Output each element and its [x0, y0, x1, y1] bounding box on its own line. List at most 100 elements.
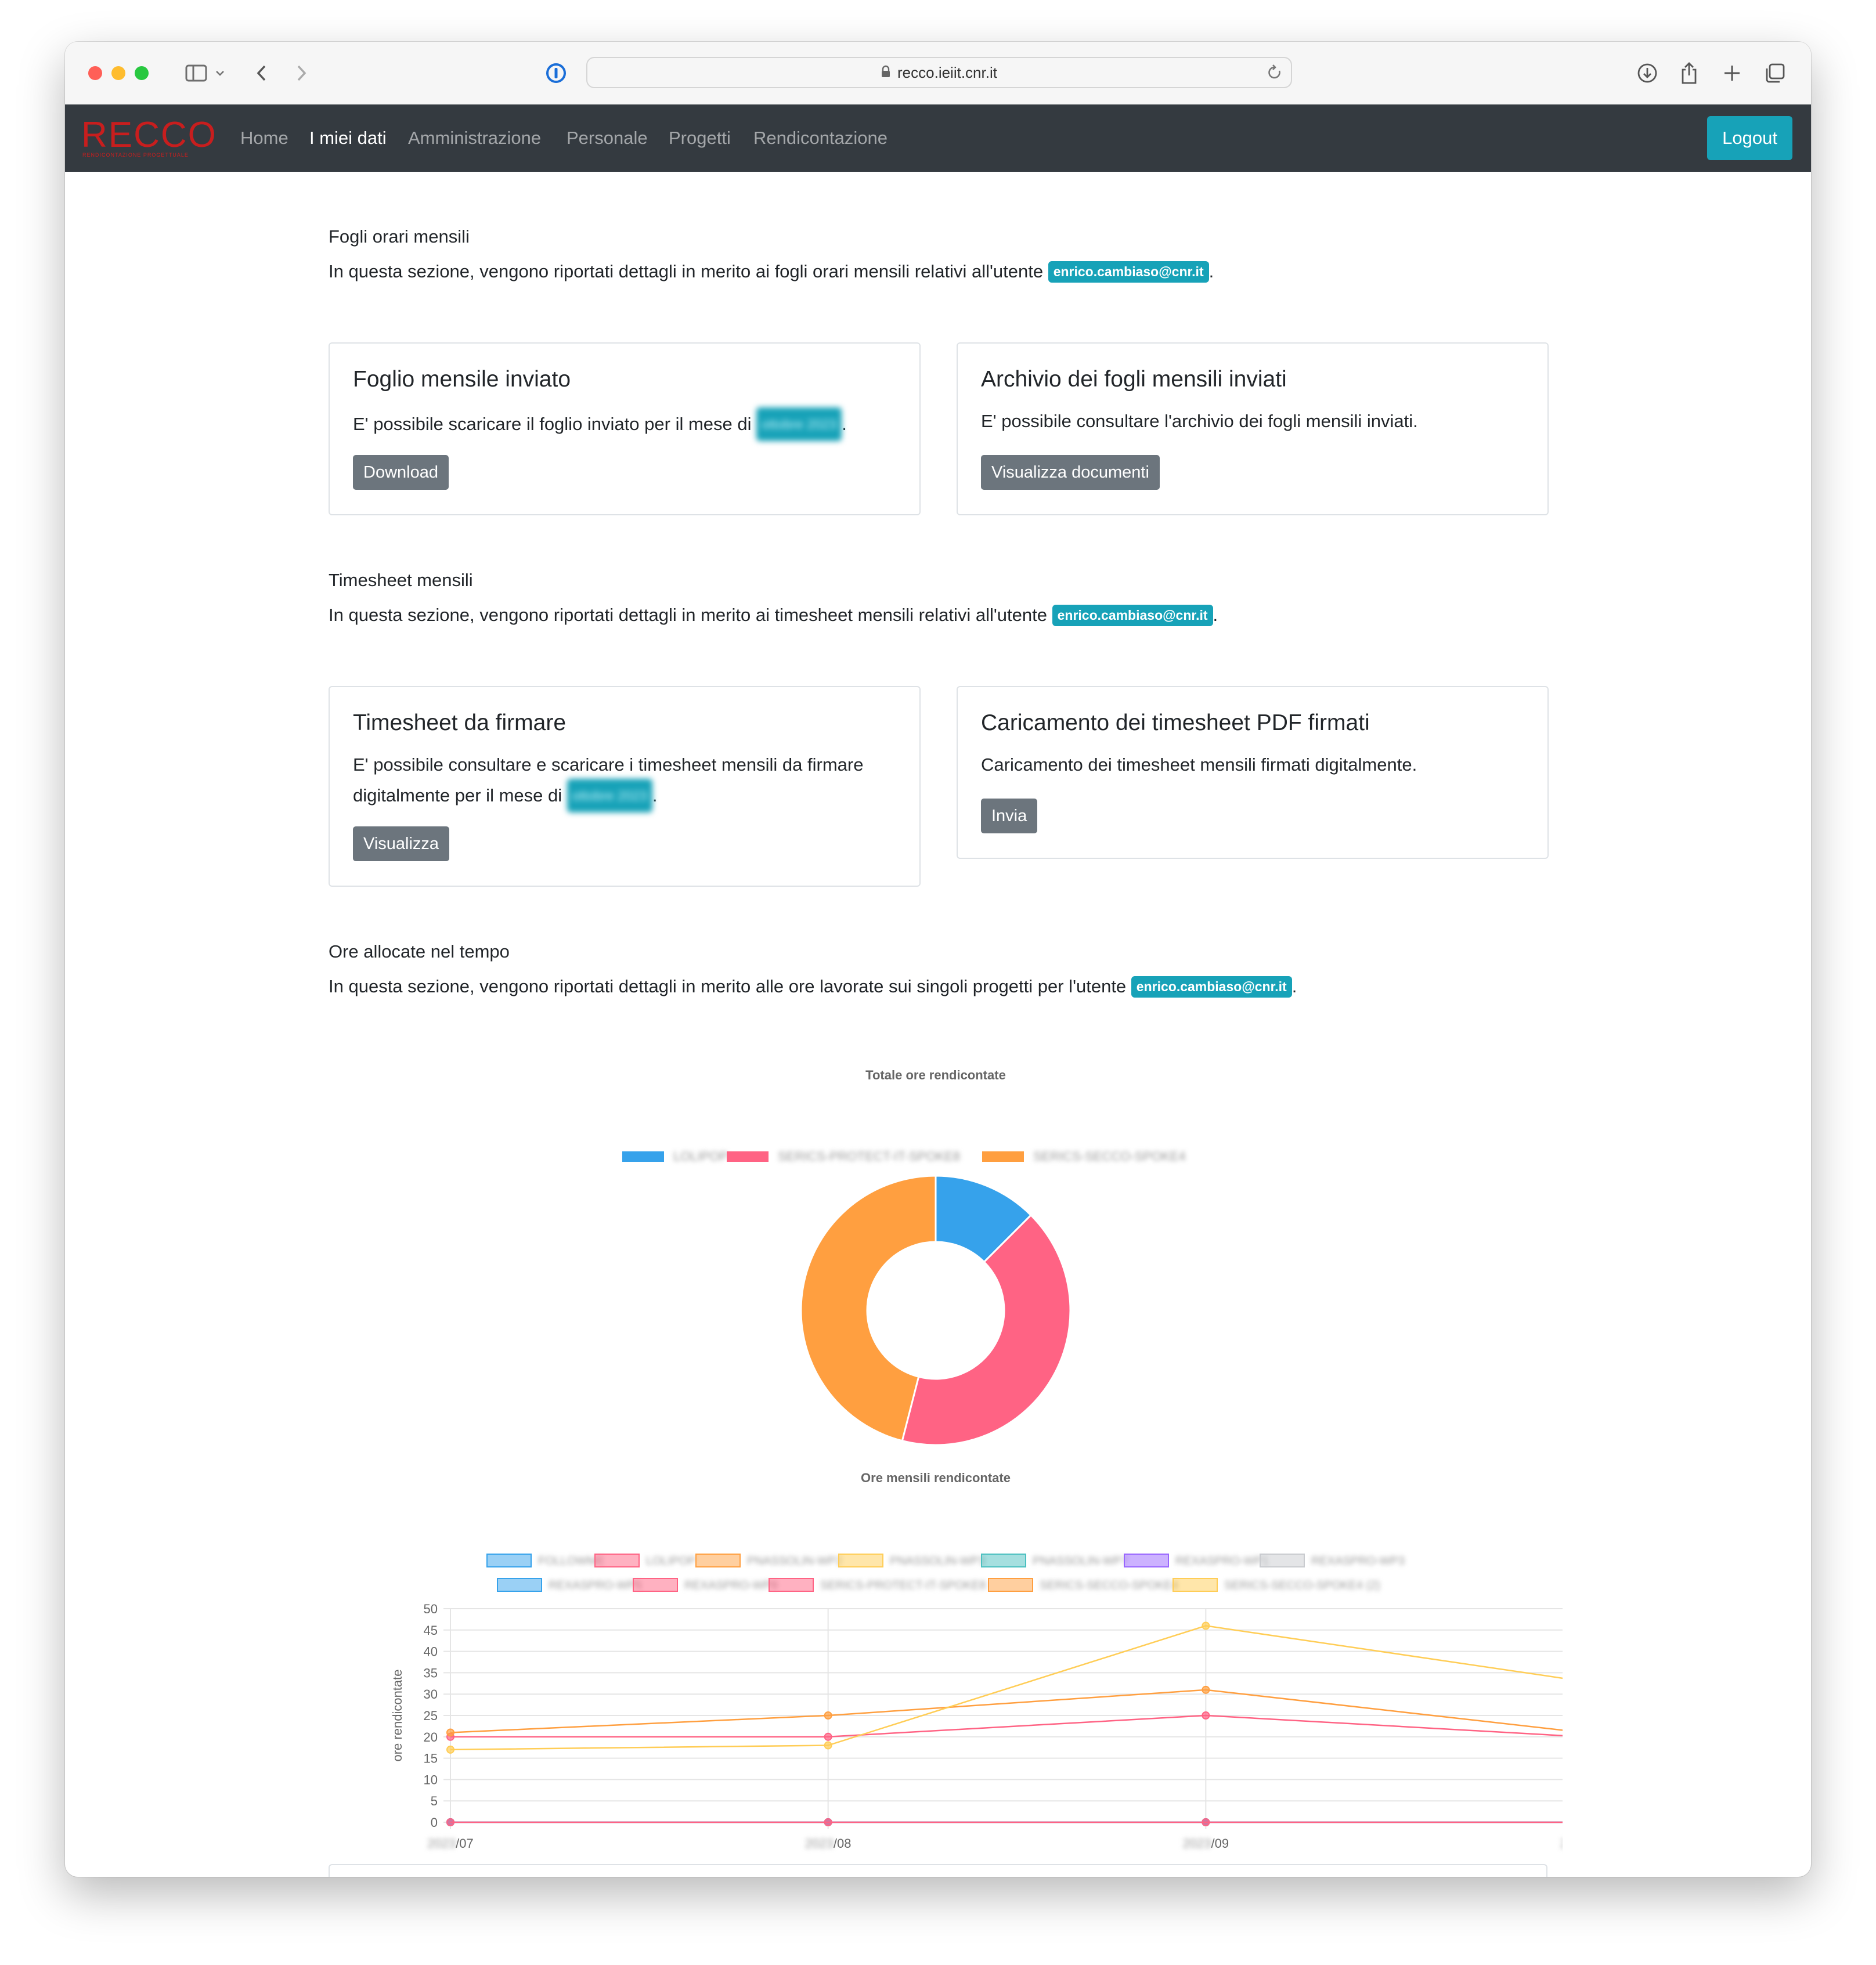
legend-item[interactable]: SERICS-SECCO-SPOKE4	[988, 1578, 1178, 1592]
data-point[interactable]	[1202, 1818, 1210, 1826]
legend-item[interactable]: SERICS-PROTECT-IT-SPOKE8	[727, 1149, 960, 1164]
reload-icon[interactable]	[1267, 64, 1283, 85]
legend-item[interactable]: SERICS-SECCO-SPOKE4 (2)	[1172, 1578, 1380, 1592]
y-tick-label: 30	[424, 1687, 438, 1702]
legend-swatch	[1124, 1554, 1169, 1567]
invia-button[interactable]: Invia	[981, 799, 1038, 833]
y-axis-label: ore rendicontate	[390, 1670, 405, 1762]
visualizza-button[interactable]: Visualizza	[353, 826, 450, 861]
y-tick-label: 40	[424, 1645, 438, 1659]
legend-swatch	[1260, 1554, 1305, 1567]
card-text: Caricamento dei timesheet mensili firmat…	[981, 754, 1417, 775]
section-title-ore: Ore allocate nel tempo	[329, 941, 510, 962]
visualizza-documenti-button[interactable]: Visualizza documenti	[981, 455, 1160, 490]
card-text: E' possibile consultare e scaricare i ti…	[353, 751, 863, 812]
legend-item[interactable]: REXASPRO-WP3	[1260, 1554, 1405, 1567]
legend-swatch	[727, 1151, 769, 1162]
logout-button[interactable]: Logout	[1707, 116, 1792, 160]
data-point[interactable]	[446, 1728, 454, 1737]
series-line	[450, 1625, 1563, 1751]
section-title-fogli: Fogli orari mensili	[329, 226, 470, 247]
browser-titlebar: recco.ieiit.cnr.it	[65, 42, 1811, 105]
data-point[interactable]	[824, 1711, 832, 1720]
back-arrow-icon[interactable]	[250, 58, 273, 88]
card-title: Timesheet da firmare	[353, 710, 567, 735]
legend-item[interactable]: REXASPRO-WP1	[1124, 1554, 1269, 1567]
month-badge: ottobre 2023	[567, 779, 652, 812]
legend-label: SERICS-PROTECT-IT-SPOKE8	[778, 1149, 960, 1164]
chevron-down-icon[interactable]	[211, 58, 229, 88]
section-text-fogli: In questa sezione, vengono riportati det…	[329, 261, 1214, 283]
legend-item[interactable]: SERICS-PROTECT-IT-SPOKE8	[769, 1578, 986, 1592]
legend-label: PNASSOLIN-WP7	[1033, 1555, 1128, 1567]
legend-item[interactable]: PNASSOLIN-WP2	[695, 1554, 842, 1567]
minimize-window-button[interactable]	[111, 66, 125, 80]
data-point[interactable]	[824, 1741, 832, 1750]
data-point[interactable]	[446, 1745, 454, 1754]
legend-label: LOLIPOP	[673, 1149, 728, 1164]
card-caricamento-timesheet: Caricamento dei timesheet PDF firmati Ca…	[957, 686, 1549, 859]
nav-home[interactable]: Home	[240, 128, 288, 149]
legend-swatch	[695, 1554, 741, 1567]
legend-item[interactable]: LOLIPOP	[622, 1149, 728, 1164]
legend-swatch	[497, 1578, 542, 1592]
legend-item[interactable]: REXASPRO-WP8	[633, 1578, 778, 1592]
section-title-timesheet: Timesheet mensili	[329, 570, 473, 590]
card-foglio-inviato: Foglio mensile inviato E' possibile scar…	[329, 342, 921, 515]
legend-item[interactable]: REXASPRO-WP5	[497, 1578, 642, 1592]
password-manager-icon[interactable]	[543, 58, 569, 88]
y-tick-label: 15	[424, 1751, 438, 1766]
zoom-window-button[interactable]	[135, 66, 149, 80]
data-point[interactable]	[1202, 1711, 1210, 1720]
address-bar[interactable]: recco.ieiit.cnr.it	[586, 57, 1292, 88]
card-title: Archivio dei fogli mensili inviati	[981, 367, 1287, 392]
top-navbar: RECCO RENDICONTAZIONE PROGETTUALE Home I…	[65, 104, 1811, 172]
close-window-button[interactable]	[88, 66, 102, 80]
card-title: Caricamento dei timesheet PDF firmati	[981, 710, 1370, 735]
lock-icon	[881, 64, 890, 82]
share-icon[interactable]	[1676, 58, 1702, 88]
brand-logo[interactable]: RECCO RENDICONTAZIONE PROGETTUALE	[81, 115, 216, 161]
legend-item[interactable]: SERICS-SECCO-SPOKE4	[982, 1149, 1186, 1164]
data-point[interactable]	[1202, 1685, 1210, 1694]
y-tick-label: 25	[424, 1708, 438, 1723]
nav-rendicontazione[interactable]: Rendicontazione	[753, 128, 888, 149]
data-point[interactable]	[824, 1818, 832, 1826]
legend-item[interactable]: PNASSOLIN-WP7	[981, 1554, 1128, 1567]
nav-i-miei-dati[interactable]: I miei dati	[309, 128, 387, 149]
legend-item[interactable]: PNASSOLIN-WP3	[838, 1554, 985, 1567]
downloads-icon[interactable]	[1635, 58, 1660, 88]
section-text-ore: In questa sezione, vengono riportati det…	[329, 976, 1297, 998]
data-point[interactable]	[446, 1818, 454, 1826]
legend-label: SERICS-SECCO-SPOKE4	[1033, 1149, 1186, 1164]
legend-item[interactable]: FOLLOWME	[486, 1554, 604, 1567]
y-tick-label: 5	[431, 1794, 438, 1808]
section-text-timesheet: In questa sezione, vengono riportati det…	[329, 605, 1218, 626]
download-button[interactable]: Download	[353, 455, 449, 490]
user-email-badge: enrico.cambiaso@cnr.it	[1052, 605, 1213, 626]
legend-swatch	[486, 1554, 532, 1567]
doughnut-chart-title: Totale ore rendicontate	[865, 1068, 1006, 1082]
sidebar-toggle-icon[interactable]	[179, 58, 214, 88]
y-tick-label: 0	[431, 1815, 438, 1830]
x-tick-label: 2023/09	[1183, 1836, 1229, 1851]
line-chart: FOLLOWME LOLIPOP PNASSOLIN-WP2 PNASSOLIN-WP…	[390, 1554, 1563, 1851]
legend-item[interactable]: LOLIPOP	[594, 1554, 696, 1567]
forward-arrow-icon[interactable]	[290, 58, 313, 88]
legend-swatch	[982, 1151, 1024, 1162]
x-tick-label: 2023/10	[1560, 1836, 1563, 1851]
nav-personale[interactable]: Personale	[567, 128, 648, 149]
doughnut-chart: LOLIPOP SERICS-PROTECT-IT-SPOKE8 SERICS-SE…	[622, 1149, 1186, 1446]
legend-label: SERICS-PROTECT-IT-SPOKE8	[820, 1579, 986, 1592]
data-point[interactable]	[1202, 1621, 1210, 1630]
tab-overview-icon[interactable]	[1762, 58, 1788, 88]
card-text: E' possibile scaricare il foglio inviato…	[353, 407, 847, 441]
card-title: Foglio mensile inviato	[353, 367, 571, 392]
nav-progetti[interactable]: Progetti	[669, 128, 731, 149]
nav-amministrazione[interactable]: Amministrazione	[408, 128, 541, 149]
data-point[interactable]	[824, 1732, 832, 1741]
legend-label: PNASSOLIN-WP3	[890, 1555, 985, 1567]
new-tab-icon[interactable]	[1719, 58, 1745, 88]
y-tick-label: 35	[424, 1666, 438, 1680]
y-tick-label: 45	[424, 1623, 438, 1638]
